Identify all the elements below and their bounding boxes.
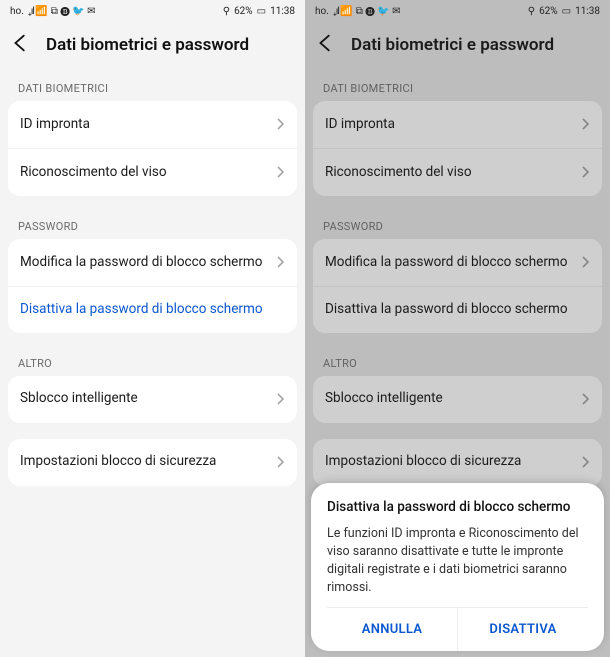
card-biometrici: ID impronta Riconoscimento del viso — [313, 101, 602, 196]
dialog-actions: ANNULLA DISATTIVA — [327, 607, 588, 651]
back-arrow-icon[interactable] — [315, 32, 337, 58]
row-label: ID impronta — [20, 116, 96, 134]
confirm-dialog: Disattiva la password di blocco schermo … — [311, 483, 604, 652]
bluetooth-icon: ⚲ — [223, 6, 230, 17]
chevron-right-icon — [582, 253, 590, 272]
row-label: Modifica la password di blocco schermo — [20, 254, 268, 272]
chevron-right-icon — [582, 115, 590, 134]
section-header-password: PASSWORD — [305, 212, 610, 239]
battery-icon: ▭ — [562, 6, 571, 17]
section-header-altro: ALTRO — [0, 349, 305, 376]
page-title: Dati biometrici e password — [351, 35, 554, 55]
card-altro-1: Sblocco intelligente — [313, 376, 602, 423]
row-label: Sblocco intelligente — [20, 390, 144, 408]
status-icons: ⧉ 🅑 🐦 ✉ — [356, 6, 401, 17]
section-header-password: PASSWORD — [0, 212, 305, 239]
chevron-right-icon — [582, 453, 590, 472]
chevron-right-icon — [277, 253, 285, 272]
row-sblocco-intelligente[interactable]: Sblocco intelligente — [313, 376, 602, 423]
status-bar: ho. ₊ıl 📶 ⧉ 🅑 🐦 ✉ ⚲ 62% ▭ 11:38 — [0, 0, 305, 22]
dialog-message: Le funzioni ID impronta e Riconoscimento… — [327, 525, 588, 598]
confirm-button[interactable]: DISATTIVA — [457, 608, 588, 651]
row-label: Sblocco intelligente — [325, 390, 449, 408]
battery-icon: ▭ — [257, 6, 266, 17]
section-header-biometrici: DATI BIOMETRICI — [0, 74, 305, 101]
row-label: ID impronta — [325, 116, 401, 134]
row-label: Impostazioni blocco di sicurezza — [20, 453, 222, 471]
bluetooth-icon: ⚲ — [528, 6, 535, 17]
app-header: Dati biometrici e password — [0, 22, 305, 74]
signal-icon: ₊ıl 📶 — [28, 6, 47, 17]
clock: 11:38 — [270, 6, 295, 17]
card-altro-2: Impostazioni blocco di sicurezza — [8, 439, 297, 486]
chevron-right-icon — [277, 390, 285, 409]
card-biometrici: ID impronta Riconoscimento del viso — [8, 101, 297, 196]
row-label: Impostazioni blocco di sicurezza — [325, 453, 527, 471]
card-password: Modifica la password di blocco schermo D… — [313, 239, 602, 333]
row-disattiva-password[interactable]: Disattiva la password di blocco schermo — [313, 286, 602, 333]
screen-biometrics-settings: ho. ₊ıl 📶 ⧉ 🅑 🐦 ✉ ⚲ 62% ▭ 11:38 Dati bio… — [0, 0, 305, 657]
section-header-altro: ALTRO — [305, 349, 610, 376]
row-id-impronta[interactable]: ID impronta — [313, 101, 602, 148]
dialog-title: Disattiva la password di blocco schermo — [327, 499, 588, 515]
section-header-biometrici: DATI BIOMETRICI — [305, 74, 610, 101]
signal-icon: ₊ıl 📶 — [333, 6, 352, 17]
chevron-right-icon — [277, 453, 285, 472]
chevron-right-icon — [582, 163, 590, 182]
card-altro-1: Sblocco intelligente — [8, 376, 297, 423]
row-label: Disattiva la password di blocco schermo — [325, 301, 574, 319]
status-bar: ho. ₊ıl 📶 ⧉ 🅑 🐦 ✉ ⚲ 62% ▭ 11:38 — [305, 0, 610, 22]
row-label: Riconoscimento del viso — [325, 164, 478, 182]
back-arrow-icon[interactable] — [10, 32, 32, 58]
status-icons: ⧉ 🅑 🐦 ✉ — [51, 6, 96, 17]
row-modifica-password[interactable]: Modifica la password di blocco schermo — [313, 239, 602, 286]
battery-pct: 62% — [539, 6, 558, 17]
row-disattiva-password[interactable]: Disattiva la password di blocco schermo — [8, 286, 297, 333]
row-id-impronta[interactable]: ID impronta — [8, 101, 297, 148]
app-header: Dati biometrici e password — [305, 22, 610, 74]
row-riconoscimento-viso[interactable]: Riconoscimento del viso — [8, 148, 297, 196]
card-altro-2: Impostazioni blocco di sicurezza — [313, 439, 602, 486]
row-impostazioni-blocco-sicurezza[interactable]: Impostazioni blocco di sicurezza — [8, 439, 297, 486]
clock: 11:38 — [575, 6, 600, 17]
row-label: Modifica la password di blocco schermo — [325, 254, 573, 272]
chevron-right-icon — [277, 163, 285, 182]
screen-biometrics-settings-dialog: ho. ₊ıl 📶 ⧉ 🅑 🐦 ✉ ⚲ 62% ▭ 11:38 Dati bio… — [305, 0, 610, 657]
row-label: Riconoscimento del viso — [20, 164, 173, 182]
card-password: Modifica la password di blocco schermo D… — [8, 239, 297, 333]
row-riconoscimento-viso[interactable]: Riconoscimento del viso — [313, 148, 602, 196]
cancel-button[interactable]: ANNULLA — [327, 608, 457, 651]
carrier-label: ho. — [10, 6, 24, 17]
battery-pct: 62% — [234, 6, 253, 17]
row-label: Disattiva la password di blocco schermo — [20, 301, 269, 319]
carrier-label: ho. — [315, 6, 329, 17]
row-sblocco-intelligente[interactable]: Sblocco intelligente — [8, 376, 297, 423]
chevron-right-icon — [277, 115, 285, 134]
row-modifica-password[interactable]: Modifica la password di blocco schermo — [8, 239, 297, 286]
page-title: Dati biometrici e password — [46, 35, 249, 55]
row-impostazioni-blocco-sicurezza[interactable]: Impostazioni blocco di sicurezza — [313, 439, 602, 486]
chevron-right-icon — [582, 390, 590, 409]
